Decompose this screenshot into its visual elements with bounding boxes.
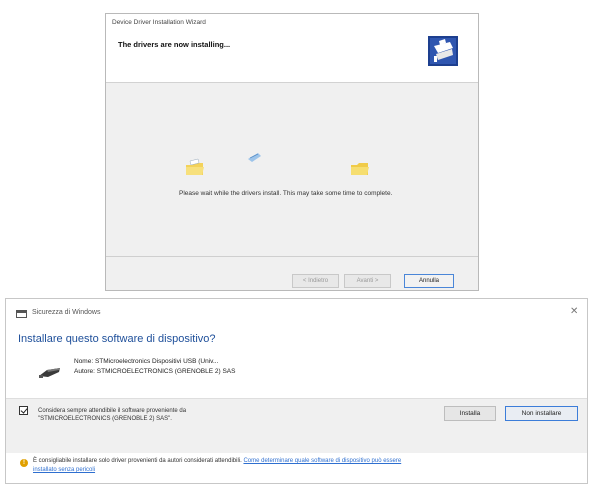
next-button[interactable]: Avanti >	[344, 274, 391, 288]
window-icon	[16, 310, 27, 318]
wizard-window-title: Device Driver Installation Wizard	[112, 19, 206, 26]
warning-text: È consigliabile installare solo driver p…	[33, 458, 401, 464]
install-button[interactable]: Installa	[444, 406, 496, 421]
wizard-heading: The drivers are now installing...	[118, 40, 231, 49]
device-name: Nome: STMicroelectronics Dispositivi USB…	[74, 358, 219, 365]
always-trust-checkbox[interactable]	[19, 406, 28, 415]
help-link[interactable]: Come determinare quale software di dispo…	[243, 458, 401, 464]
close-icon[interactable]: ✕	[570, 306, 578, 317]
wizard-status-text: Please wait while the drivers install. T…	[179, 190, 393, 197]
usb-device-icon	[39, 368, 60, 378]
cancel-button[interactable]: Annulla	[404, 274, 454, 288]
security-dialog-title: Sicurezza di Windows	[32, 309, 101, 316]
always-trust-label: Considera sempre attendibile il software…	[38, 408, 187, 422]
wizard-logo-icon	[428, 36, 458, 66]
warning-message: È consigliabile installare solo driver p…	[33, 458, 242, 464]
install-question-heading: Installare questo software di dispositiv…	[18, 333, 216, 345]
back-button[interactable]: < Indietro	[292, 274, 339, 288]
driver-install-wizard-window: Device Driver Installation Wizard The dr…	[105, 13, 479, 291]
warning-icon: !	[20, 459, 28, 467]
help-link-continued[interactable]: installato senza pericoli	[33, 467, 95, 473]
folder-icon	[351, 163, 369, 175]
folder-icon	[186, 158, 204, 175]
dont-install-button[interactable]: Non installare	[505, 406, 578, 421]
device-publisher: Autore: STMICROELECTRONICS (GRENOBLE 2) …	[74, 368, 236, 375]
windows-security-dialog: Sicurezza di Windows ✕ Installare questo…	[5, 298, 588, 484]
wizard-body	[106, 83, 478, 256]
paper-flying-icon	[248, 153, 261, 162]
